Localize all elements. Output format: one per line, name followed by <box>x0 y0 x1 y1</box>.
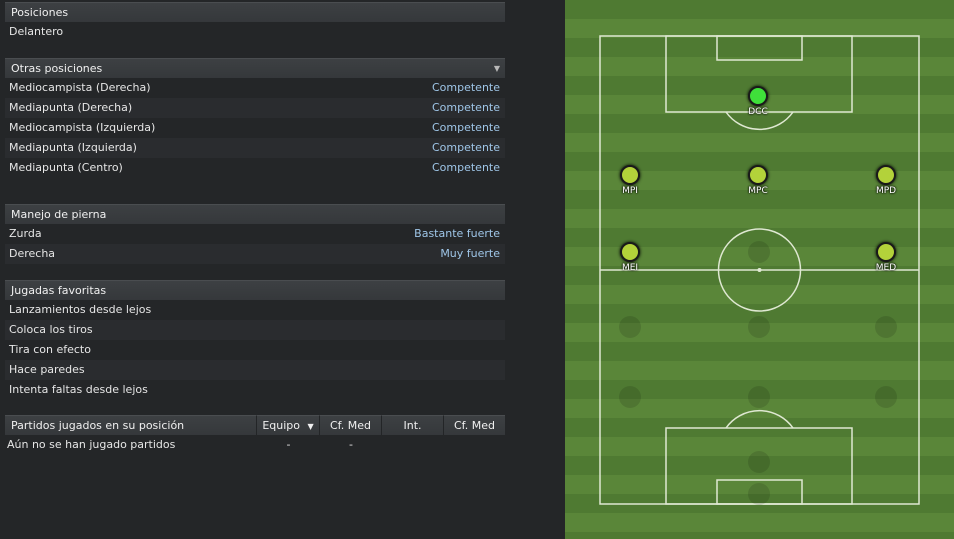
list-item: Mediapunta (Derecha) Competente <box>5 98 505 118</box>
list-item: Lanzamientos desde lejos <box>9 303 152 316</box>
foot-label: Derecha <box>9 247 56 260</box>
position-marker-mpd[interactable]: MPD <box>856 165 916 196</box>
dropdown-caret-icon[interactable]: ▼ <box>494 59 500 79</box>
list-item: Mediocampista (Derecha) Competente <box>5 78 505 98</box>
position-rating: Competente <box>431 101 500 114</box>
list-item: Mediocampista (Izquierda) Competente <box>5 118 505 138</box>
position-marker-mpi[interactable]: MPI <box>600 165 660 196</box>
position-label: Mediocampista (Derecha) <box>9 81 151 94</box>
position-dot <box>620 165 640 185</box>
position-code: MPI <box>622 186 638 196</box>
matches-table-row: Aún no se han jugado partidos - - <box>5 435 505 455</box>
position-rating: Competente <box>431 121 500 134</box>
empty-position-marker <box>748 241 770 263</box>
position-code: DCC <box>748 107 768 117</box>
empty-position-marker <box>748 483 770 505</box>
foot-label: Zurda <box>9 227 42 240</box>
empty-position-marker <box>875 386 897 408</box>
empty-position-marker <box>748 451 770 473</box>
position-dot <box>620 242 640 262</box>
position-marker-dcc[interactable]: DCC <box>728 86 788 117</box>
list-item: Derecha Muy fuerte <box>5 244 505 264</box>
position-dot <box>748 86 768 106</box>
column-header-matches[interactable]: Partidos jugados en su posición <box>5 415 257 435</box>
list-item: Mediapunta (Centro) Competente <box>5 158 505 178</box>
position-rating: Competente <box>431 81 500 94</box>
position-rating: Competente <box>431 141 500 154</box>
list-item: Zurda Bastante fuerte <box>5 224 505 244</box>
positions-header: Posiciones <box>5 2 505 22</box>
list-item: Intenta faltas desde lejos <box>9 383 148 396</box>
column-header-rating[interactable]: Cf. Med <box>320 415 382 435</box>
position-marker-med[interactable]: MED <box>856 242 916 273</box>
empty-position-marker <box>748 316 770 338</box>
foot-rating: Bastante fuerte <box>414 227 500 240</box>
list-item: Hace paredes <box>5 360 505 380</box>
position-code: MPC <box>748 186 768 196</box>
position-label: Mediapunta (Centro) <box>9 161 123 174</box>
footedness-section: Manejo de pierna Zurda Bastante fuerte D… <box>5 204 505 264</box>
table-cell: - <box>349 438 353 451</box>
position-rating: Competente <box>431 161 500 174</box>
position-label: Mediapunta (Izquierda) <box>9 141 137 154</box>
column-header-team[interactable]: Equipo ▼ <box>257 415 320 435</box>
empty-position-marker <box>875 316 897 338</box>
empty-table-text: Aún no se han jugado partidos <box>7 438 176 451</box>
empty-position-marker <box>619 316 641 338</box>
empty-position-marker <box>619 386 641 408</box>
list-item: Coloca los tiros <box>5 320 505 340</box>
list-item: Tira con efecto <box>9 343 91 356</box>
position-marker-mpc[interactable]: MPC <box>728 165 788 196</box>
foot-rating: Muy fuerte <box>440 247 500 260</box>
position-dot <box>876 165 896 185</box>
column-header-rating-2[interactable]: Cf. Med <box>444 415 505 435</box>
footedness-header: Manejo de pierna <box>5 204 505 224</box>
positions-section: Posiciones Delantero <box>5 2 505 42</box>
player-positions-panel: Posiciones Delantero Otras posiciones ▼ … <box>0 0 565 539</box>
table-cell: - <box>286 438 291 451</box>
empty-position-marker <box>748 386 770 408</box>
other-positions-section: Otras posiciones ▼ Mediocampista (Derech… <box>5 58 505 178</box>
favorite-moves-header: Jugadas favoritas <box>5 280 505 300</box>
position-code: MED <box>875 263 897 273</box>
matches-table-header: Partidos jugados en su posición Equipo ▼… <box>5 415 505 435</box>
other-positions-title: Otras posiciones <box>11 62 103 75</box>
position-label: Mediapunta (Derecha) <box>9 101 133 114</box>
sort-chevron-icon: ▼ <box>307 422 314 431</box>
list-item: Mediapunta (Izquierda) Competente <box>5 138 505 158</box>
position-dot <box>748 165 768 185</box>
position-dot <box>876 242 896 262</box>
favorite-moves-section: Jugadas favoritas Lanzamientos desde lej… <box>5 280 505 400</box>
column-header-int[interactable]: Int. <box>382 415 444 435</box>
other-positions-header[interactable]: Otras posiciones ▼ <box>5 58 505 78</box>
positions-pitch: DCC MPI MPC MPD MEI MED <box>565 0 954 539</box>
position-marker-mei[interactable]: MEI <box>600 242 660 273</box>
position-code: MEI <box>621 263 639 273</box>
position-label: Mediocampista (Izquierda) <box>9 121 156 134</box>
current-position: Delantero <box>9 25 64 38</box>
position-code: MPD <box>875 186 897 196</box>
column-header-team-label: Equipo <box>262 419 301 432</box>
